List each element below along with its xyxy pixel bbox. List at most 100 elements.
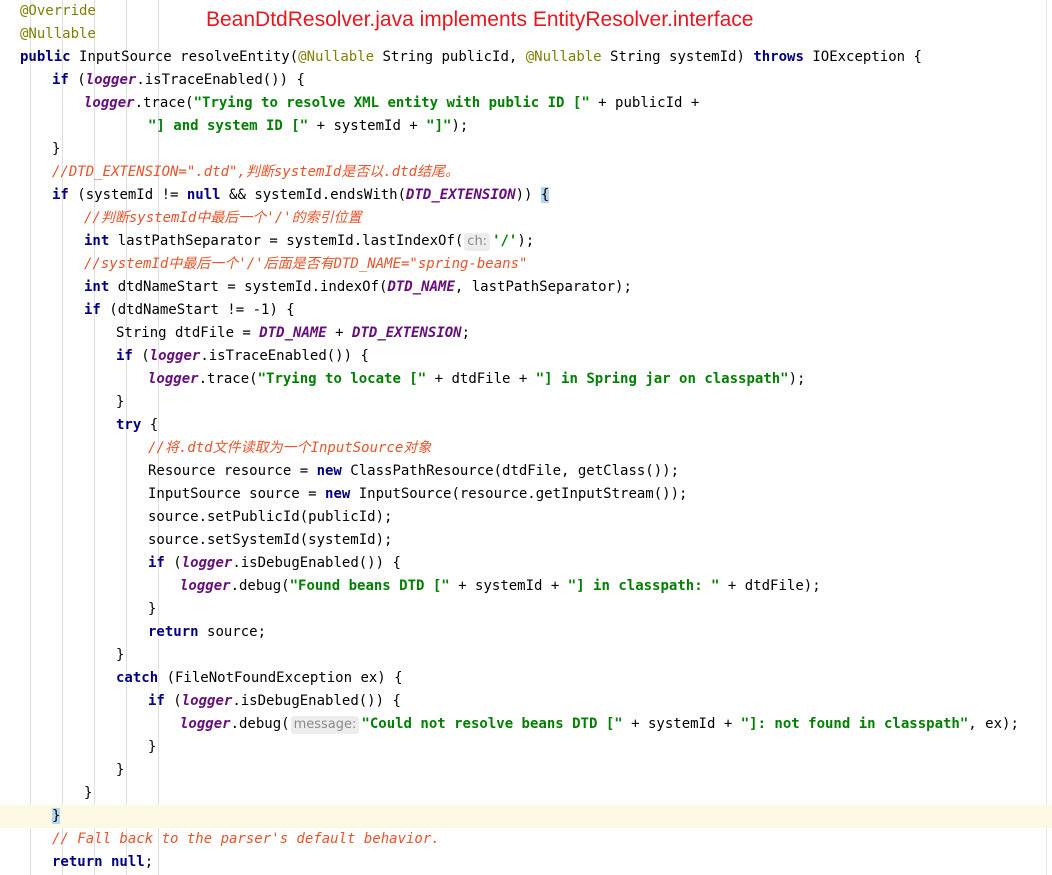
code-token: logger: [181, 693, 233, 709]
code-line[interactable]: if (logger.isTraceEnabled()) {: [0, 69, 1052, 92]
code-text: //判断systemId中最后一个'/'的索引位置: [84, 207, 362, 230]
code-token: );: [451, 118, 469, 134]
code-line[interactable]: //将.dtd文件读取为一个InputSource对象: [0, 437, 1052, 460]
code-token: //DTD_EXTENSION=".dtd",判断systemId是否以.dtd…: [52, 164, 460, 180]
code-token: String systemId): [601, 49, 754, 65]
code-line[interactable]: //systemId中最后一个'/'后面是否有DTD_NAME="spring-…: [0, 253, 1052, 276]
code-line[interactable]: try {: [0, 414, 1052, 437]
code-line[interactable]: }: [0, 598, 1052, 621]
code-line[interactable]: if (logger.isDebugEnabled()) {: [0, 552, 1052, 575]
code-token: (systemId !=: [77, 187, 187, 203]
code-line[interactable]: if (logger.isDebugEnabled()) {: [0, 690, 1052, 713]
code-text: logger.trace("Trying to resolve XML enti…: [84, 92, 699, 115]
code-token: String dtdFile =: [116, 325, 260, 341]
code-line[interactable]: logger.debug("Found beans DTD [" + syste…: [0, 575, 1052, 598]
code-token: DTD_EXTENSION: [352, 325, 462, 341]
code-token: (: [173, 693, 182, 709]
code-token: DTD_EXTENSION: [406, 187, 516, 203]
code-token: (FileNotFoundException ex) {: [166, 670, 403, 686]
code-line[interactable]: if (dtdNameStart != -1) {: [0, 299, 1052, 322]
code-token: }: [84, 785, 93, 801]
code-line[interactable]: if (logger.isTraceEnabled()) {: [0, 345, 1052, 368]
code-line[interactable]: }: [0, 138, 1052, 161]
code-line[interactable]: logger.debug(message: "Could not resolve …: [0, 713, 1052, 736]
code-text: }: [116, 391, 124, 414]
code-token: );: [517, 233, 535, 249]
code-text: String dtdFile = DTD_NAME + DTD_EXTENSIO…: [116, 322, 470, 345]
code-text: // Fall back to the parser's default beh…: [52, 828, 440, 851]
code-line[interactable]: //判断systemId中最后一个'/'的索引位置: [0, 207, 1052, 230]
code-token: String publicId,: [374, 49, 526, 65]
code-line[interactable]: logger.trace("Trying to resolve XML enti…: [0, 92, 1052, 115]
code-line[interactable]: }: [0, 644, 1052, 667]
code-token: + dtdFile);: [719, 578, 821, 594]
code-token: }: [116, 762, 125, 778]
code-token: source.setPublicId(publicId);: [148, 509, 393, 525]
code-token: "]: not found in classpath": [740, 716, 969, 732]
code-text: if (logger.isDebugEnabled()) {: [148, 552, 401, 575]
code-line[interactable]: }: [0, 805, 1052, 828]
code-token: return: [148, 624, 208, 640]
code-text: if (systemId != null && systemId.endsWit…: [52, 184, 550, 207]
code-line[interactable]: int dtdNameStart = systemId.indexOf(DTD_…: [0, 276, 1052, 299]
code-line[interactable]: "] and system ID [" + systemId + "]");: [0, 115, 1052, 138]
code-text: }: [116, 644, 124, 667]
code-token: .trace(: [198, 371, 258, 387]
code-line[interactable]: source.setSystemId(systemId);: [0, 529, 1052, 552]
code-token: + systemId +: [308, 118, 427, 134]
code-line[interactable]: source.setPublicId(publicId);: [0, 506, 1052, 529]
code-token: .isDebugEnabled()) {: [232, 555, 401, 571]
code-line[interactable]: InputSource source = new InputSource(res…: [0, 483, 1052, 506]
code-token: logger: [148, 371, 199, 387]
code-token: + dtdFile +: [426, 371, 536, 387]
code-line[interactable]: }: [0, 759, 1052, 782]
code-token: if: [52, 187, 78, 203]
code-line[interactable]: int lastPathSeparator = systemId.lastInd…: [0, 230, 1052, 253]
code-line[interactable]: String dtdFile = DTD_NAME + DTD_EXTENSIO…: [0, 322, 1052, 345]
code-text: logger.trace("Trying to locate [" + dtdF…: [148, 368, 805, 391]
code-token: (dtdNameStart != -1) {: [109, 302, 295, 318]
code-line[interactable]: return null;: [0, 851, 1052, 874]
code-line[interactable]: public InputSource resolveEntity(@Nullab…: [0, 46, 1052, 69]
code-token: if: [52, 72, 78, 88]
code-token: logger: [84, 95, 135, 111]
code-token: try: [116, 417, 150, 433]
code-token: if: [148, 555, 174, 571]
code-text: }: [116, 759, 124, 782]
annotation-title: BeanDtdResolver.java implements EntityRe…: [206, 8, 754, 31]
code-line[interactable]: // Fall back to the parser's default beh…: [0, 828, 1052, 851]
code-token: , ex);: [968, 716, 1019, 732]
code-text: logger.debug("Found beans DTD [" + syste…: [180, 575, 821, 598]
code-token: ClassPathResource(dtdFile, getClass());: [350, 463, 680, 479]
code-text: return null;: [52, 851, 153, 874]
matched-brace: {: [540, 187, 550, 203]
code-token: +: [326, 325, 353, 341]
code-editor[interactable]: @Override @Nullable public InputSource res…: [0, 0, 1052, 875]
code-line[interactable]: //DTD_EXTENSION=".dtd",判断systemId是否以.dtd…: [0, 161, 1052, 184]
code-token: '/': [492, 233, 518, 249]
code-token: null: [186, 187, 230, 203]
code-text: }: [148, 736, 156, 759]
code-token: }: [148, 601, 157, 617]
parameter-hint: ch:: [464, 233, 491, 251]
code-token: + publicId +: [589, 95, 700, 111]
code-line[interactable]: }: [0, 736, 1052, 759]
code-text: try {: [116, 414, 158, 437]
code-text: //将.dtd文件读取为一个InputSource对象: [148, 437, 431, 460]
code-line[interactable]: if (systemId != null && systemId.endsWit…: [0, 184, 1052, 207]
code-token: "Could not resolve beans DTD [": [361, 716, 623, 732]
code-token: source.setSystemId(systemId);: [148, 532, 393, 548]
code-line[interactable]: }: [0, 782, 1052, 805]
code-line[interactable]: catch (FileNotFoundException ex) {: [0, 667, 1052, 690]
code-line[interactable]: logger.trace("Trying to locate [" + dtdF…: [0, 368, 1052, 391]
code-token: }: [116, 647, 125, 663]
code-token: int: [84, 279, 118, 295]
code-line[interactable]: Resource resource = new ClassPathResourc…: [0, 460, 1052, 483]
code-token: }: [52, 141, 61, 157]
code-text: int dtdNameStart = systemId.indexOf(DTD_…: [84, 276, 632, 299]
code-line[interactable]: }: [0, 391, 1052, 414]
code-token: dtdNameStart = systemId.indexOf(: [117, 279, 388, 295]
code-token: // Fall back to the parser's default beh…: [52, 831, 440, 847]
code-text: "] and system ID [" + systemId + "]");: [148, 115, 468, 138]
code-line[interactable]: return source;: [0, 621, 1052, 644]
